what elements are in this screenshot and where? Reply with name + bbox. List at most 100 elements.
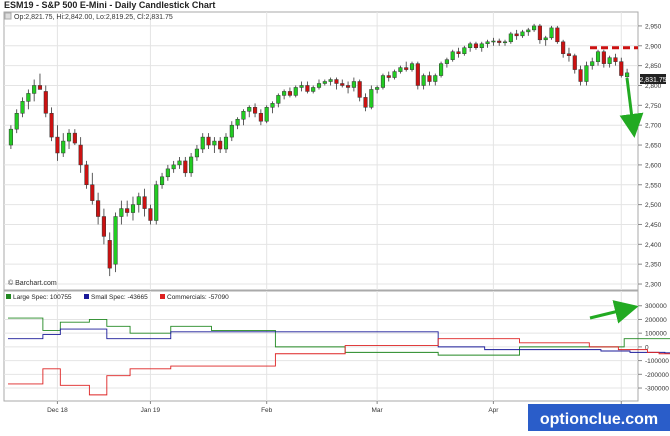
candle-body (223, 136, 229, 150)
candle-body (497, 40, 502, 43)
cot-y-tick-label: -300000 (645, 386, 669, 393)
candle-body (508, 33, 513, 43)
candle-body (107, 240, 112, 269)
last-price-label: 2,831.75 (639, 77, 666, 84)
candle-body (8, 128, 13, 146)
candle-body (427, 75, 432, 82)
candle-body (502, 41, 508, 44)
candle-body (293, 87, 298, 96)
cot-y-tick-label: 200000 (645, 317, 667, 324)
candle-body (194, 148, 199, 158)
price-y-tick-label: 2,800 (645, 83, 662, 90)
candle-body (369, 89, 374, 108)
candle-body (270, 103, 275, 108)
candle-body (32, 85, 37, 94)
candle-body (55, 136, 60, 154)
price-y-tick-label: 2,700 (645, 123, 662, 130)
candle-body (572, 55, 577, 70)
price-y-tick-label: 2,750 (645, 103, 662, 110)
candle-body (282, 91, 287, 96)
candle-body (200, 136, 205, 150)
candle-body (619, 61, 624, 76)
x-tick-label: Dec 18 (47, 407, 68, 414)
candle-body (462, 47, 467, 54)
candle-body (555, 27, 560, 43)
candle-body (177, 160, 182, 166)
candle-body (520, 31, 525, 37)
candle-down (84, 160, 89, 189)
candle-body (66, 132, 72, 142)
price-y-tick-label: 2,600 (645, 162, 662, 169)
candle-body (363, 97, 368, 108)
candle-body (101, 216, 106, 237)
candle-body (601, 51, 606, 64)
cot-y-tick-label: 300000 (645, 303, 667, 310)
candle-body (526, 29, 531, 33)
candle-body (311, 87, 316, 92)
price-y-tick-label: 2,500 (645, 202, 662, 209)
cot-y-tick-label: -200000 (645, 372, 669, 379)
cot-y-axis: 3000002000001000000-100000-200000-300000 (638, 303, 669, 393)
candle-body (450, 51, 455, 60)
candle-body (26, 93, 31, 102)
candle-body (607, 57, 612, 64)
price-panel (3, 11, 639, 291)
legend-swatch-large-spec (6, 294, 11, 299)
legend-small-spec: Small Spec: -43665 (91, 294, 148, 301)
candle-up (154, 180, 159, 225)
candle-up (549, 25, 554, 40)
price-y-tick-label: 2,650 (645, 143, 662, 150)
legend-large-spec: Large Spec: 100755 (13, 294, 72, 301)
chart-title: ESM19 - S&P 500 E-Mini - Daily Candlesti… (4, 0, 215, 10)
candle-body (154, 184, 159, 221)
candle-body (136, 196, 141, 205)
x-tick-label: Mar (372, 407, 384, 414)
candle-body (549, 27, 554, 39)
candle-body (404, 67, 409, 70)
price-y-tick-label: 2,400 (645, 242, 662, 249)
candle-body (159, 176, 165, 186)
candle-body (351, 81, 356, 88)
candle-body (561, 41, 566, 54)
candle-body (456, 51, 461, 54)
candle-body (287, 91, 292, 96)
candle-up (508, 31, 513, 44)
candle-body (409, 63, 415, 70)
ohlc-readout: Op:2,821.75, Hi:2,842.00, Lo:2,819.25, C… (14, 14, 173, 21)
candle-body (212, 140, 217, 146)
candle-body (380, 75, 385, 88)
legend-commercials: Commercials: -57090 (167, 294, 229, 301)
candle-up (293, 85, 298, 98)
candle-body (421, 75, 426, 86)
candle-body (537, 25, 542, 41)
legend-swatch-commercials (160, 294, 165, 299)
price-y-tick-label: 2,850 (645, 63, 662, 70)
candle-body (584, 65, 589, 82)
candle-body (247, 107, 252, 112)
candle-body (148, 208, 153, 221)
candle-up (439, 61, 444, 78)
watermark-label: optionclue.com (540, 411, 658, 428)
candle-body (357, 81, 362, 98)
chart-root: ESM19 - S&P 500 E-Mini - Daily Candlesti… (0, 0, 670, 431)
price-y-tick-label: 2,300 (645, 282, 662, 289)
candle-body (328, 79, 333, 82)
cot-y-tick-label: 100000 (645, 331, 667, 338)
candle-body (444, 59, 449, 64)
chart-canvas: ESM19 - S&P 500 E-Mini - Daily Candlesti… (0, 0, 670, 431)
price-y-tick-label: 2,950 (645, 23, 662, 30)
candle-up (264, 105, 269, 124)
candle-body (49, 113, 54, 138)
candle-body (78, 144, 83, 166)
x-tick-label: Feb (261, 407, 273, 414)
candle-body (43, 91, 48, 114)
candle-body (334, 79, 339, 84)
candle-body (375, 87, 380, 90)
candle-body (61, 140, 66, 154)
candle-body (532, 25, 537, 31)
candle-body (386, 75, 391, 78)
candle-body (125, 208, 130, 213)
x-tick-label: Jan 19 (141, 407, 161, 414)
candle-body (595, 51, 601, 62)
candle-body (235, 118, 240, 126)
